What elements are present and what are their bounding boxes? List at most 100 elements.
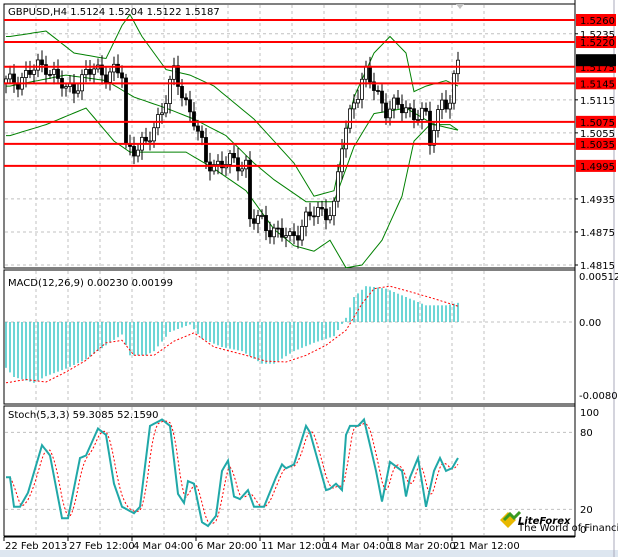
macd-tick-label: 0.00512 <box>579 272 618 283</box>
candle-bearish <box>88 69 92 75</box>
candle-bullish <box>24 70 28 78</box>
candle-bullish <box>216 160 220 165</box>
stoch-label: Stoch(5,3,3) 59.3085 52.1590 <box>8 410 159 421</box>
stoch-tick-label: 100 <box>580 408 599 419</box>
candle-bearish <box>376 90 380 92</box>
candle-bearish <box>16 83 20 90</box>
stoch-panel <box>3 405 576 537</box>
candle-bullish <box>352 102 356 110</box>
candle-bullish <box>36 59 40 71</box>
price-tick-label: 1.4875 <box>580 228 615 239</box>
candle-bearish <box>120 72 124 79</box>
chart-header-ohlc: GBPUSD,H4 1.5124 1.5204 1.5122 1.5187 <box>8 7 220 18</box>
candle-bearish <box>380 90 384 104</box>
time-tick-label: 11 Mar 12:00 <box>261 541 328 552</box>
time-tick-label: 14 Mar 04:00 <box>325 541 392 552</box>
candle-bearish <box>200 130 204 138</box>
stoch-tick-label: 20 <box>580 505 593 516</box>
candle-bearish <box>368 65 372 83</box>
candle-bearish <box>384 102 388 119</box>
candle-bullish <box>64 86 68 89</box>
candle-bullish <box>360 78 364 100</box>
macd-tick-label: 0.00 <box>579 318 601 329</box>
candle-bearish <box>252 218 256 224</box>
time-tick-label: 22 Feb 2013 <box>5 541 67 552</box>
candle-bullish <box>364 65 368 80</box>
time-tick-label: 18 Mar 20:00 <box>389 541 456 552</box>
candle-bearish <box>396 97 400 105</box>
candle-bearish <box>180 86 184 99</box>
current-price-label: 1.5187 <box>580 56 615 67</box>
candle-bullish <box>52 68 56 75</box>
candle-bearish <box>412 108 416 121</box>
candle-bullish <box>328 215 332 221</box>
candle-bullish <box>148 140 152 143</box>
candle-bearish <box>428 110 432 146</box>
candle-bearish <box>264 215 268 231</box>
candle-bullish <box>260 215 264 217</box>
candle-bearish <box>296 235 300 241</box>
candle-bearish <box>320 207 324 210</box>
candle-bearish <box>276 227 280 230</box>
candle-bearish <box>40 59 44 66</box>
candle-bearish <box>116 63 120 74</box>
candle-bearish <box>104 74 108 83</box>
candle-bullish <box>32 69 36 75</box>
candle-bearish <box>72 83 76 94</box>
candle-bullish <box>344 127 348 150</box>
candle-bullish <box>452 73 456 104</box>
candle-bullish <box>392 97 396 110</box>
candle-bullish <box>164 103 168 114</box>
candle-bullish <box>92 68 96 75</box>
price-tick-label: 1.5115 <box>580 96 615 107</box>
candle-bearish <box>232 152 236 159</box>
candle-bearish <box>308 211 312 217</box>
price-tick-label: 1.4815 <box>580 261 615 272</box>
candle-bullish <box>76 90 80 94</box>
level-price-label: 1.5260 <box>580 16 615 27</box>
candle-bullish <box>316 207 320 217</box>
candle-bullish <box>240 168 244 172</box>
candle-bullish <box>420 107 424 120</box>
candle-bullish <box>340 148 344 173</box>
candle-bearish <box>280 227 284 238</box>
candle-bearish <box>268 230 272 238</box>
candle-bullish <box>228 152 232 165</box>
trading-chart-window[interactable]: 1.5260 1.5220 1.5175 1.5145 1.5075 1.5035 1.49… <box>0 0 618 557</box>
candle-bullish <box>160 112 164 115</box>
candle-bearish <box>400 104 404 114</box>
level-price-label: 1.5075 <box>580 118 615 129</box>
candle-bearish <box>248 159 252 220</box>
candle-bullish <box>112 63 116 73</box>
candle-bearish <box>184 97 188 101</box>
candle-bullish <box>436 109 440 131</box>
candle-bullish <box>284 235 288 238</box>
candle-bullish <box>448 102 452 110</box>
macd-label: MACD(12,26,9) 0.00230 0.00199 <box>8 278 173 289</box>
candle-bullish <box>440 99 444 110</box>
level-price-label: 1.5145 <box>580 79 615 90</box>
candle-bearish <box>204 137 208 163</box>
price-tick-label: 1.5235 <box>580 30 615 41</box>
candle-bearish <box>48 74 52 76</box>
level-price-label: 1.4995 <box>580 162 615 173</box>
candle-bearish <box>408 107 412 110</box>
candle-bullish <box>416 119 420 121</box>
candle-bearish <box>28 70 32 75</box>
candle-bullish <box>8 73 12 80</box>
candle-bullish <box>304 211 308 227</box>
chart-canvas[interactable]: 1.52601.52201.51751.51451.50751.50351.49… <box>0 0 618 557</box>
candle-bearish <box>144 136 148 142</box>
candle-bearish <box>424 107 428 112</box>
candle-bullish <box>300 225 304 241</box>
candle-bearish <box>444 99 448 110</box>
time-tick-label: 4 Mar 04:00 <box>133 541 193 552</box>
candle-bearish <box>236 157 240 172</box>
candle-bullish <box>356 98 360 104</box>
logo-tagline: The World of Financial Freedom <box>517 523 618 534</box>
candle-bullish <box>136 149 140 157</box>
candle-bullish <box>84 69 88 76</box>
candle-bullish <box>256 215 260 224</box>
candle-bearish <box>324 208 328 221</box>
candle-bearish <box>188 99 192 113</box>
